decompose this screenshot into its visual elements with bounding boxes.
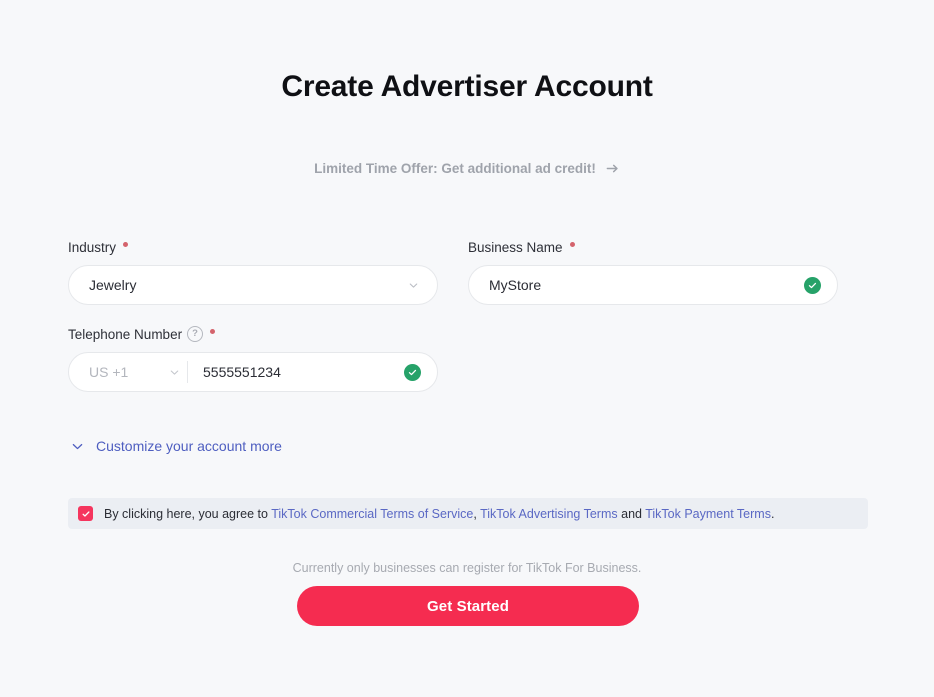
terms-checkbox[interactable] xyxy=(78,506,93,521)
country-code-select[interactable]: US +1 xyxy=(69,364,187,380)
question-circle-icon[interactable]: ? xyxy=(187,326,204,342)
chevron-down-icon xyxy=(168,366,181,379)
business-name-value: MyStore xyxy=(489,277,542,293)
business-name-label: Business Name xyxy=(468,238,838,256)
industry-select[interactable]: Jewelry xyxy=(68,265,438,305)
telephone-field: Telephone Number ? US +1 5555551234 xyxy=(68,325,438,392)
telephone-value: 5555551234 xyxy=(203,364,281,380)
chevron-down-icon xyxy=(407,279,420,292)
industry-field: Industry Jewelry xyxy=(68,238,438,305)
checkmark-icon xyxy=(82,510,89,517)
country-code-value: US +1 xyxy=(89,364,129,380)
business-name-input-wrapper[interactable]: MyStore xyxy=(468,265,838,305)
terms-link-commercial[interactable]: TikTok Commercial Terms of Service xyxy=(271,507,473,521)
telephone-input-wrapper[interactable]: US +1 5555551234 xyxy=(68,352,438,392)
required-indicator xyxy=(210,328,216,334)
arrow-right-icon xyxy=(605,161,620,176)
promo-banner-label: Limited Time Offer: Get additional ad cr… xyxy=(314,161,596,176)
customize-account-label: Customize your account more xyxy=(96,438,282,454)
required-indicator xyxy=(569,241,575,247)
create-advertiser-account-page: Create Advertiser Account Limited Time O… xyxy=(0,0,934,697)
get-started-button[interactable]: Get Started xyxy=(297,586,639,626)
terms-link-payment[interactable]: TikTok Payment Terms xyxy=(645,507,771,521)
business-name-field: Business Name MyStore xyxy=(468,238,838,305)
form-row-2: Telephone Number ? US +1 5555551234 xyxy=(68,325,868,392)
registration-note: Currently only businesses can register f… xyxy=(292,561,642,575)
industry-value: Jewelry xyxy=(89,277,137,293)
industry-label: Industry xyxy=(68,238,438,256)
form-spacer xyxy=(468,325,838,392)
terms-separator-2: and xyxy=(617,506,646,521)
chevron-down-icon xyxy=(70,439,85,454)
telephone-label: Telephone Number ? xyxy=(68,325,438,343)
telephone-label-text: Telephone Number xyxy=(68,326,183,342)
promo-banner[interactable]: Limited Time Offer: Get additional ad cr… xyxy=(0,161,934,176)
terms-text: By clicking here, you agree to TikTok Co… xyxy=(104,507,774,521)
business-name-label-text: Business Name xyxy=(468,239,563,255)
check-circle-icon xyxy=(404,363,421,381)
terms-agreement-row: By clicking here, you agree to TikTok Co… xyxy=(68,498,868,529)
signup-form: Industry Jewelry Business Name MyStore T… xyxy=(68,238,868,412)
check-circle-icon xyxy=(804,276,821,294)
terms-link-advertising[interactable]: TikTok Advertising Terms xyxy=(480,507,618,521)
required-indicator xyxy=(123,241,129,247)
terms-prefix: By clicking here, you agree to xyxy=(104,506,272,521)
customize-account-toggle[interactable]: Customize your account more xyxy=(70,438,282,454)
form-row-1: Industry Jewelry Business Name MyStore xyxy=(68,238,868,305)
page-title: Create Advertiser Account xyxy=(281,70,653,103)
industry-label-text: Industry xyxy=(68,239,117,255)
terms-suffix: . xyxy=(770,506,775,521)
